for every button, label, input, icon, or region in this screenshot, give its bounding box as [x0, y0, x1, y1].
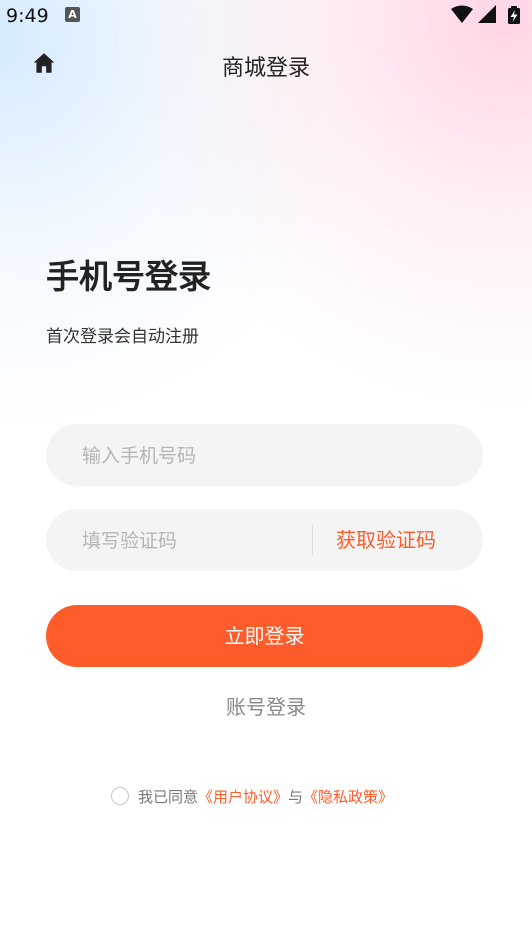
status-icons [450, 5, 522, 25]
agreement-checkbox[interactable] [111, 787, 129, 805]
wifi-icon [451, 5, 473, 23]
privacy-policy-link[interactable]: 《隐私政策》 [303, 786, 393, 807]
account-login-link[interactable]: 账号登录 [0, 691, 532, 720]
cellular-signal-icon [478, 5, 496, 23]
code-field[interactable]: 获取验证码 [46, 509, 483, 573]
get-code-button[interactable]: 获取验证码 [336, 509, 436, 571]
agreement-connector: 与 [288, 787, 304, 806]
phone-input[interactable] [80, 424, 464, 488]
page-title: 商城登录 [221, 56, 310, 81]
code-field-divider [312, 525, 313, 555]
battery-charging-icon [508, 6, 520, 24]
status-time: 9:49 [6, 5, 49, 27]
agreement-prefix: 我已同意 [138, 787, 199, 806]
phone-field[interactable] [46, 424, 483, 488]
notification-badge-icon: A [65, 7, 80, 22]
login-subheading: 首次登录会自动注册 [46, 327, 199, 347]
agreement-row: 我已同意 《用户协议》 与 《隐私政策》 [111, 785, 393, 807]
login-heading: 手机号登录 [46, 257, 211, 296]
user-agreement-link[interactable]: 《用户协议》 [198, 786, 288, 807]
status-bar: 9:49 A [0, 0, 532, 32]
login-submit-button[interactable]: 立即登录 [46, 605, 483, 667]
verification-code-input[interactable] [80, 509, 304, 573]
